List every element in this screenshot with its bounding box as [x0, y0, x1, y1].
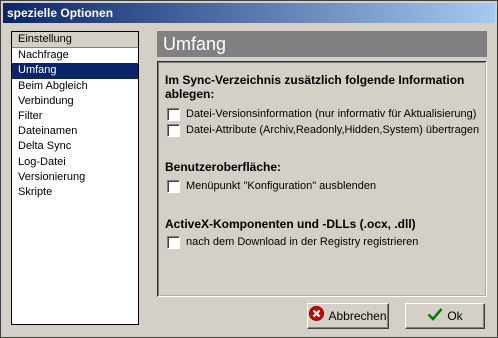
- section-ui-heading: Benutzeroberfläche:: [165, 160, 282, 174]
- ok-button-label: Ok: [447, 309, 463, 323]
- option-hide-config-menu[interactable]: Menüpunkt "Konfiguration" ausblenden: [167, 179, 376, 193]
- sidebar-item-log-datei[interactable]: Log-Datei: [12, 155, 138, 170]
- options-dialog: spezielle Optionen Einstellung Nachfrage…: [0, 0, 498, 338]
- option-file-attributes[interactable]: Datei-Attribute (Archiv,Readonly,Hidden,…: [167, 123, 479, 137]
- register-activex-checkbox[interactable]: [167, 235, 180, 249]
- option-register-activex[interactable]: nach dem Download in der Registry regist…: [167, 235, 418, 249]
- option-version-info[interactable]: Datei-Versionsinformation (nur informati…: [167, 107, 476, 121]
- hide-config-menu-checkbox[interactable]: [167, 179, 180, 193]
- section-sync-heading-line1: Im Sync-Verzeichnis zusätzlich folgende …: [165, 73, 465, 87]
- title-bar: spezielle Optionen: [3, 3, 495, 23]
- file-attributes-label: Datei-Attribute (Archiv,Readonly,Hidden,…: [186, 124, 480, 136]
- version-info-checkbox[interactable]: [167, 107, 180, 121]
- sidebar-item-skripte[interactable]: Skripte: [12, 185, 138, 200]
- window-title: spezielle Optionen: [7, 6, 114, 20]
- sidebar-item-delta-sync[interactable]: Delta Sync: [12, 139, 138, 154]
- file-attributes-checkbox[interactable]: [167, 123, 180, 137]
- panel-title: Umfang: [157, 31, 487, 57]
- sidebar-item-einstellung[interactable]: Einstellung: [12, 32, 138, 49]
- version-info-label: Datei-Versionsinformation (nur informati…: [186, 108, 477, 120]
- sidebar-item-versionierung[interactable]: Versionierung: [12, 170, 138, 185]
- sidebar-item-verbindung[interactable]: Verbindung: [12, 94, 138, 109]
- ok-button[interactable]: Ok: [405, 303, 485, 329]
- section-activex-heading: ActiveX-Komponenten und -DLLs (.ocx, .dl…: [165, 217, 416, 231]
- sidebar-item-nachfrage[interactable]: Nachfrage: [12, 48, 138, 63]
- sidebar-item-beim-abgleich[interactable]: Beim Abgleich: [12, 79, 138, 94]
- cancel-button-label: Abbrechen: [328, 309, 387, 323]
- cancel-icon: [309, 305, 325, 329]
- hide-config-menu-label: Menüpunkt "Konfiguration" ausblenden: [186, 180, 377, 192]
- cancel-button[interactable]: Abbrechen: [307, 303, 389, 329]
- sidebar-item-filter[interactable]: Filter: [12, 109, 138, 124]
- sidebar-item-dateinamen[interactable]: Dateinamen: [12, 124, 138, 139]
- checkmark-icon: [427, 305, 443, 329]
- sidebar-item-umfang[interactable]: Umfang: [12, 63, 138, 79]
- register-activex-label: nach dem Download in der Registry regist…: [186, 236, 419, 248]
- section-sync-heading-line2: ablegen:: [165, 87, 215, 101]
- options-category-list[interactable]: Einstellung Nachfrage Umfang Beim Abglei…: [11, 31, 139, 325]
